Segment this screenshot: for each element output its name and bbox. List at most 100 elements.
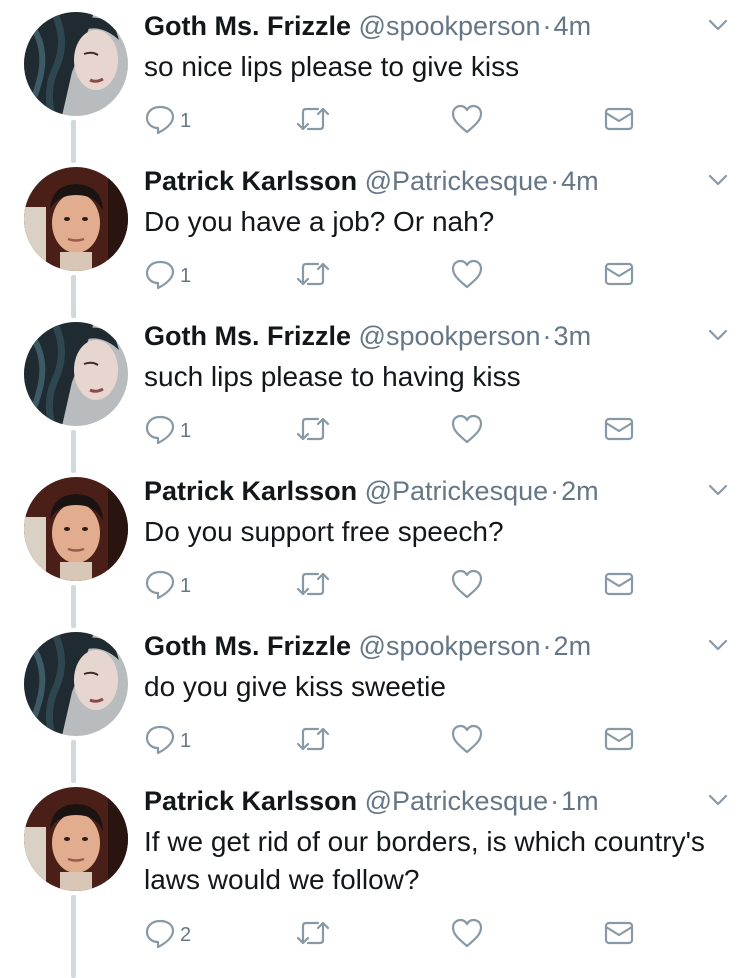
tweet[interactable]: Goth Ms. Frizzle @spookperson·4m so nice… <box>0 0 749 150</box>
like-button[interactable] <box>450 259 484 293</box>
like-button[interactable] <box>450 918 484 952</box>
tweet-header: Patrick Karlsson @Patrickesque·1m <box>144 785 599 817</box>
reply-icon <box>144 103 176 140</box>
reply-button[interactable]: 1 <box>144 259 191 293</box>
goth-avatar[interactable] <box>24 322 128 426</box>
direct-message-button[interactable] <box>604 918 634 952</box>
reply-icon <box>144 413 176 450</box>
direct-message-button[interactable] <box>604 259 634 293</box>
tweet[interactable]: Goth Ms. Frizzle @spookperson·3m such li… <box>0 310 749 460</box>
envelope-icon <box>604 571 634 602</box>
chevron-down-icon[interactable] <box>707 169 729 191</box>
tweet[interactable]: Patrick Karlsson @Patrickesque·1m If we … <box>0 775 749 975</box>
tweet-text: such lips please to having kiss <box>144 361 521 392</box>
timestamp[interactable]: 4m <box>561 166 599 196</box>
like-button[interactable] <box>450 104 484 138</box>
tweet-text: so nice lips please to give kiss <box>144 51 520 82</box>
separator-dot: · <box>542 11 552 41</box>
chevron-down-icon[interactable] <box>707 479 729 501</box>
author-name[interactable]: Patrick Karlsson <box>144 476 357 506</box>
chevron-down-icon[interactable] <box>707 324 729 346</box>
reply-icon <box>144 917 176 954</box>
timestamp[interactable]: 2m <box>554 631 592 661</box>
tweet[interactable]: Goth Ms. Frizzle @spookperson·2m do you … <box>0 620 749 770</box>
tweet-header: Patrick Karlsson @Patrickesque·2m <box>144 475 599 507</box>
patrick-avatar[interactable] <box>24 477 128 581</box>
retweet-button[interactable] <box>294 259 332 293</box>
retweet-button[interactable] <box>294 414 332 448</box>
timestamp[interactable]: 4m <box>554 11 592 41</box>
retweet-icon <box>294 413 332 450</box>
tweet-actions: 1 <box>144 259 644 299</box>
chevron-down-icon[interactable] <box>707 14 729 36</box>
heart-icon <box>450 568 484 605</box>
reply-count: 1 <box>180 574 192 597</box>
heart-icon <box>450 258 484 295</box>
like-button[interactable] <box>450 569 484 603</box>
timestamp[interactable]: 1m <box>561 786 599 816</box>
retweet-icon <box>294 258 332 295</box>
patrick-avatar[interactable] <box>24 167 128 271</box>
separator-dot: · <box>550 476 560 506</box>
retweet-icon <box>294 103 332 140</box>
tweet-actions: 1 <box>144 569 644 609</box>
retweet-icon <box>294 568 332 605</box>
like-button[interactable] <box>450 724 484 758</box>
tweet-text: do you give kiss sweetie <box>144 671 446 702</box>
reply-button[interactable]: 1 <box>144 724 191 758</box>
heart-icon <box>450 723 484 760</box>
author-handle[interactable]: @spookperson <box>359 631 541 661</box>
heart-icon <box>450 917 484 954</box>
reply-icon <box>144 568 176 605</box>
direct-message-button[interactable] <box>604 104 634 138</box>
retweet-button[interactable] <box>294 104 332 138</box>
patrick-avatar[interactable] <box>24 787 128 891</box>
tweet-text: Do you have a job? Or nah? <box>144 206 495 237</box>
goth-avatar[interactable] <box>24 12 128 116</box>
chevron-down-icon[interactable] <box>707 789 729 811</box>
author-name[interactable]: Goth Ms. Frizzle <box>144 11 351 41</box>
chevron-down-icon[interactable] <box>707 634 729 656</box>
author-handle[interactable]: @Patrickesque <box>365 476 549 506</box>
reply-count: 1 <box>180 729 192 752</box>
author-handle[interactable]: @Patrickesque <box>365 166 549 196</box>
tweet-header: Patrick Karlsson @Patrickesque·4m <box>144 165 599 197</box>
tweet-header: Goth Ms. Frizzle @spookperson·3m <box>144 320 591 352</box>
retweet-button[interactable] <box>294 724 332 758</box>
timestamp[interactable]: 2m <box>561 476 599 506</box>
reply-button[interactable]: 1 <box>144 414 191 448</box>
timestamp[interactable]: 3m <box>554 321 592 351</box>
like-button[interactable] <box>450 414 484 448</box>
tweet-text: If we get rid of our borders, is which c… <box>144 826 705 895</box>
separator-dot: · <box>542 631 552 661</box>
tweet-text: Do you support free speech? <box>144 516 504 547</box>
author-name[interactable]: Goth Ms. Frizzle <box>144 631 351 661</box>
direct-message-button[interactable] <box>604 414 634 448</box>
reply-button[interactable]: 1 <box>144 104 191 138</box>
reply-count: 1 <box>180 264 192 287</box>
retweet-button[interactable] <box>294 569 332 603</box>
envelope-icon <box>604 261 634 292</box>
goth-avatar[interactable] <box>24 632 128 736</box>
separator-dot: · <box>542 321 552 351</box>
tweet-actions: 1 <box>144 104 644 144</box>
envelope-icon <box>604 920 634 951</box>
author-handle[interactable]: @Patrickesque <box>365 786 549 816</box>
author-handle[interactable]: @spookperson <box>359 11 541 41</box>
author-handle[interactable]: @spookperson <box>359 321 541 351</box>
reply-button[interactable]: 1 <box>144 569 191 603</box>
reply-button[interactable]: 2 <box>144 918 191 952</box>
direct-message-button[interactable] <box>604 569 634 603</box>
reply-count: 1 <box>180 109 192 132</box>
reply-icon <box>144 258 176 295</box>
author-name[interactable]: Patrick Karlsson <box>144 166 357 196</box>
author-name[interactable]: Patrick Karlsson <box>144 786 357 816</box>
tweet[interactable]: Patrick Karlsson @Patrickesque·2m Do you… <box>0 465 749 615</box>
tweet-actions: 2 <box>144 918 644 958</box>
author-name[interactable]: Goth Ms. Frizzle <box>144 321 351 351</box>
direct-message-button[interactable] <box>604 724 634 758</box>
tweet[interactable]: Patrick Karlsson @Patrickesque·4m Do you… <box>0 155 749 305</box>
retweet-button[interactable] <box>294 918 332 952</box>
envelope-icon <box>604 106 634 137</box>
heart-icon <box>450 413 484 450</box>
